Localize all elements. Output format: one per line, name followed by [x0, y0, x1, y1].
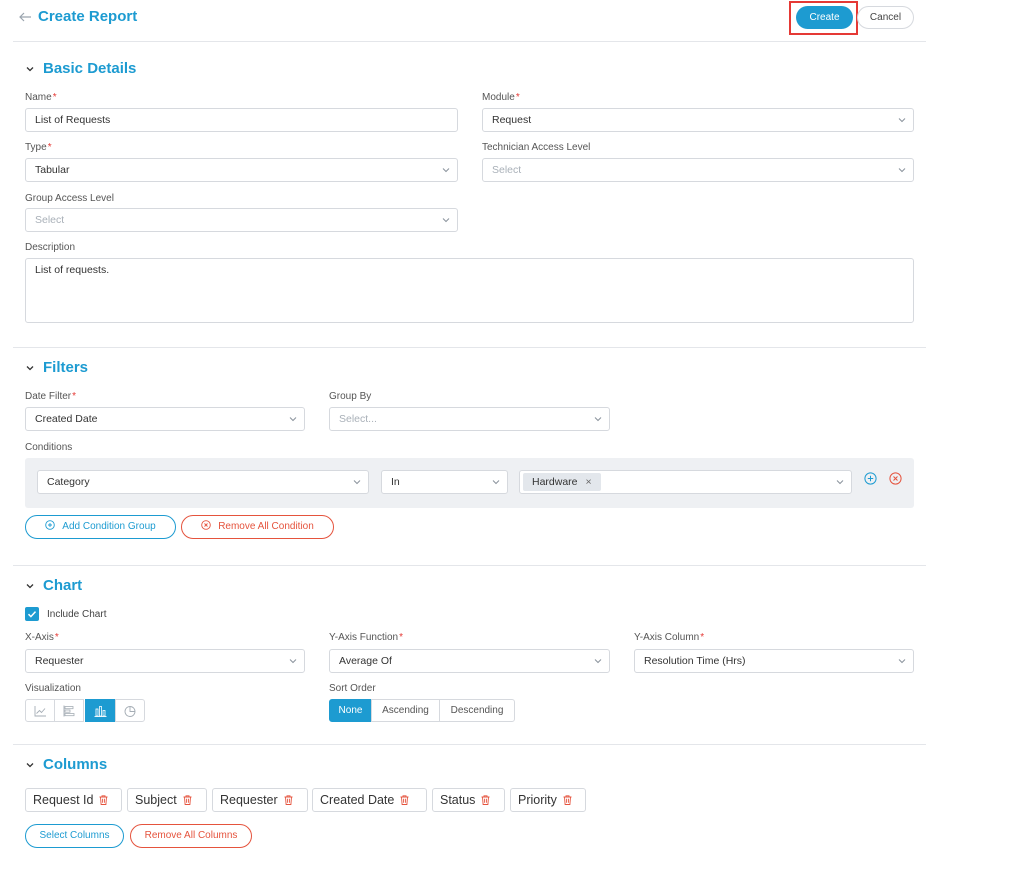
y-axis-column-select[interactable]: Resolution Time (Hrs)	[634, 649, 914, 673]
trash-icon[interactable]	[400, 795, 409, 805]
back-arrow-icon[interactable]	[18, 11, 32, 23]
conditions-label: Conditions	[25, 442, 73, 453]
column-chip: Created Date	[312, 788, 427, 812]
column-chip: Subject	[127, 788, 207, 812]
chevron-down-icon	[289, 659, 297, 664]
line-chart-icon	[34, 706, 46, 717]
include-chart-checkbox[interactable]	[25, 607, 39, 621]
condition-value-select[interactable]: Hardware ×	[519, 470, 852, 494]
trash-icon[interactable]	[563, 795, 572, 805]
add-circle-icon	[45, 520, 56, 530]
chevron-down-icon[interactable]	[25, 363, 35, 376]
viz-line-chart-button[interactable]	[25, 699, 55, 722]
column-chip: Priority	[510, 788, 586, 812]
chevron-down-icon	[353, 480, 361, 485]
header-divider	[13, 41, 926, 42]
add-condition-group-button[interactable]: Add Condition Group	[25, 515, 176, 539]
x-axis-label: X-Axis*	[25, 632, 59, 643]
chevron-down-icon[interactable]	[25, 64, 35, 77]
condition-operator-select[interactable]: In	[381, 470, 508, 494]
section-divider	[13, 347, 926, 348]
value-chip: Hardware ×	[523, 473, 601, 491]
chip-remove-icon[interactable]: ×	[585, 476, 591, 488]
viz-pie-chart-button[interactable]	[115, 699, 145, 722]
trash-icon[interactable]	[284, 795, 293, 805]
group-access-select[interactable]: Select	[25, 208, 458, 232]
module-label: Module*	[482, 92, 520, 103]
remove-all-columns-button[interactable]: Remove All Columns	[130, 824, 252, 848]
visualization-label: Visualization	[25, 683, 81, 694]
module-select[interactable]: Request	[482, 108, 914, 132]
chevron-down-icon	[289, 417, 297, 422]
date-filter-select[interactable]: Created Date	[25, 407, 305, 431]
cancel-button[interactable]: Cancel	[857, 6, 914, 29]
technician-access-select[interactable]: Select	[482, 158, 914, 182]
name-input[interactable]: List of Requests	[25, 108, 458, 132]
group-by-select[interactable]: Select...	[329, 407, 610, 431]
column-chip: Request Id	[25, 788, 122, 812]
date-filter-label: Date Filter*	[25, 391, 77, 402]
group-by-label: Group By	[329, 391, 372, 402]
viz-horizontal-bar-button[interactable]	[54, 699, 84, 722]
x-axis-select[interactable]: Requester	[25, 649, 305, 673]
remove-condition-icon[interactable]	[889, 472, 902, 485]
type-select[interactable]: Tabular	[25, 158, 458, 182]
select-columns-button[interactable]: Select Columns	[25, 824, 124, 848]
chevron-down-icon	[898, 659, 906, 664]
check-icon	[27, 611, 37, 618]
chevron-down-icon	[442, 218, 450, 223]
chevron-down-icon	[594, 417, 602, 422]
section-title-columns: Columns	[43, 756, 108, 773]
y-axis-function-label: Y-Axis Function*	[329, 632, 404, 643]
group-access-label: Group Access Level	[25, 193, 114, 204]
trash-icon[interactable]	[99, 795, 108, 805]
chevron-down-icon	[836, 480, 844, 485]
sort-none-button[interactable]: None	[329, 699, 372, 722]
section-title-filters: Filters	[43, 359, 89, 376]
chevron-down-icon	[442, 168, 450, 173]
horizontal-bar-chart-icon	[63, 705, 75, 717]
section-divider	[13, 565, 926, 566]
include-chart-label: Include Chart	[47, 609, 107, 620]
section-title-chart: Chart	[43, 577, 83, 594]
chevron-down-icon	[898, 118, 906, 123]
y-axis-function-select[interactable]: Average Of	[329, 649, 610, 673]
chevron-down-icon	[898, 168, 906, 173]
condition-field-select[interactable]: Category	[37, 470, 369, 494]
y-axis-column-label: Y-Axis Column*	[634, 632, 705, 643]
trash-icon[interactable]	[481, 795, 490, 805]
chevron-down-icon[interactable]	[25, 581, 35, 594]
technician-access-label: Technician Access Level	[482, 142, 591, 153]
pie-chart-icon	[124, 706, 136, 717]
column-chip: Status	[432, 788, 505, 812]
page-title: Create Report	[38, 8, 138, 25]
chevron-down-icon	[492, 480, 500, 485]
column-chip: Requester	[212, 788, 308, 812]
description-label: Description	[25, 242, 76, 253]
chevron-down-icon	[594, 659, 602, 664]
create-button[interactable]: Create	[796, 6, 853, 29]
section-divider	[13, 744, 926, 745]
add-condition-icon[interactable]	[864, 472, 877, 485]
remove-circle-icon	[201, 520, 211, 530]
bar-chart-icon	[94, 706, 107, 717]
sort-ascending-button[interactable]: Ascending	[371, 699, 440, 722]
sort-order-label: Sort Order	[329, 683, 376, 694]
chevron-down-icon[interactable]	[25, 760, 35, 773]
description-textarea[interactable]: List of requests.	[25, 258, 914, 323]
viz-bar-chart-button[interactable]	[85, 699, 115, 722]
trash-icon[interactable]	[183, 795, 192, 805]
section-title-basic-details: Basic Details	[43, 60, 137, 77]
remove-all-condition-button[interactable]: Remove All Condition	[181, 515, 334, 539]
type-label: Type*	[25, 142, 52, 153]
name-label: Name*	[25, 92, 57, 103]
sort-descending-button[interactable]: Descending	[439, 699, 515, 722]
